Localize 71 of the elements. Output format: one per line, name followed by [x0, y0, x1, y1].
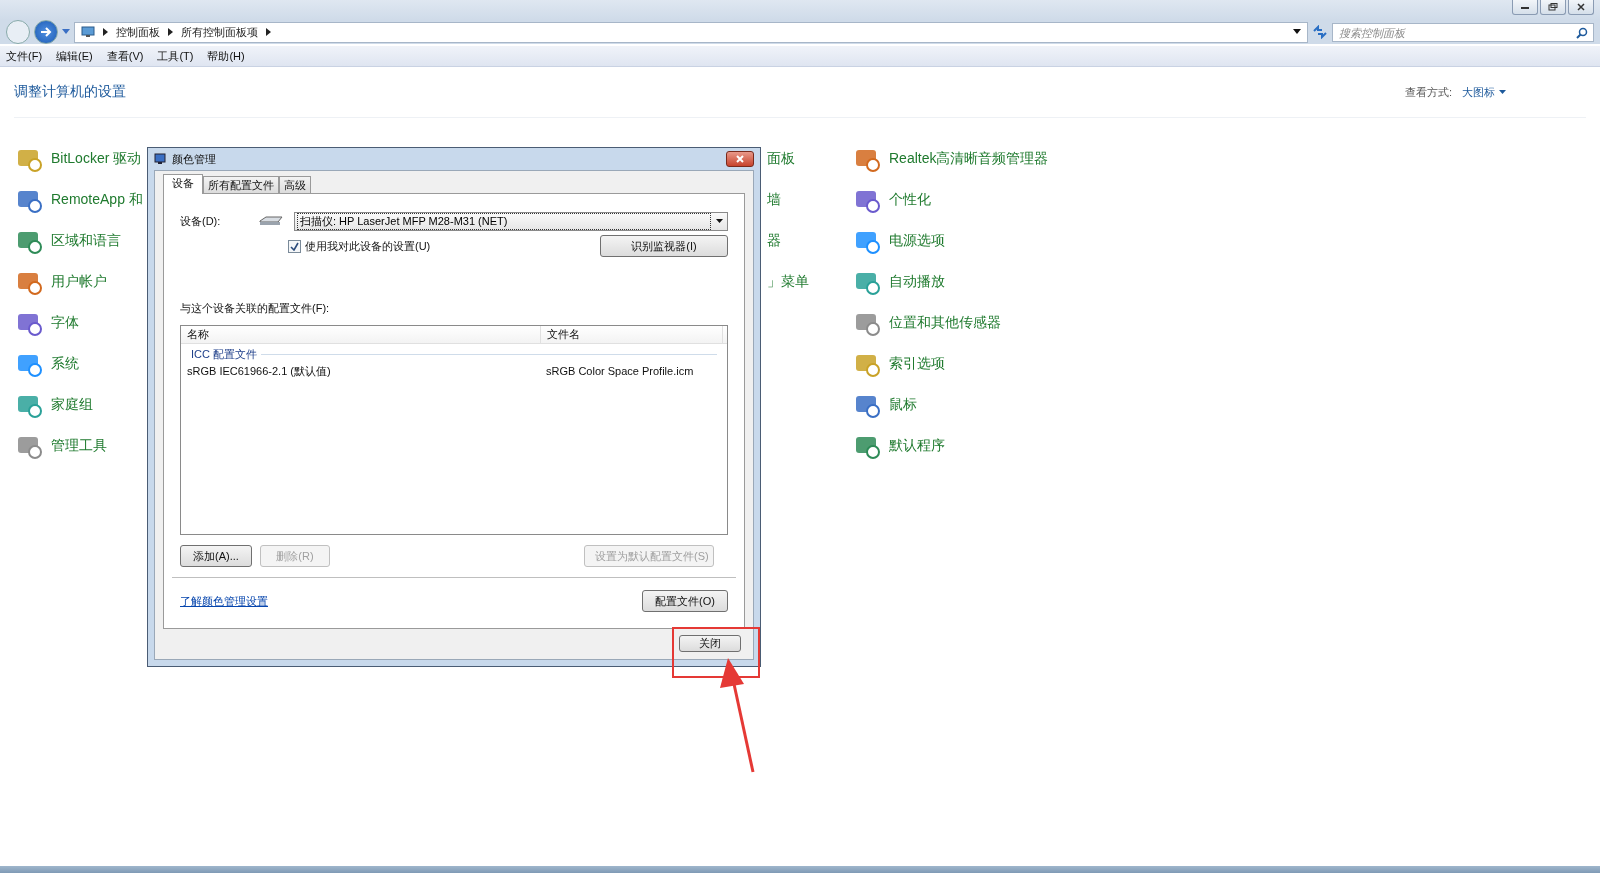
checkbox-label: 使用我对此设备的设置(U) [305, 238, 431, 254]
menu-item[interactable]: 查看(V) [106, 48, 144, 64]
breadcrumb-arrow-icon[interactable] [168, 28, 173, 36]
panel-item-link[interactable]: 」菜单 [767, 272, 809, 291]
device-label: 设备(D): [180, 213, 222, 229]
breadcrumb[interactable]: 控制面板 [116, 24, 160, 40]
column-header[interactable]: 名称 [181, 326, 541, 343]
refresh-icon[interactable] [1312, 25, 1328, 39]
panel-item-link[interactable]: 墙 [767, 190, 781, 209]
computer-icon [81, 26, 95, 38]
panel-item-link[interactable]: BitLocker 驱动 [51, 149, 142, 168]
table-cell[interactable]: sRGB IEC61966-2.1 (默认值) [181, 363, 540, 379]
address-bar[interactable]: 控制面板 所有控制面板项 [74, 21, 1308, 43]
scanner-icon [258, 215, 284, 227]
close-dialog-button[interactable]: 关闭 [679, 635, 741, 652]
device-dropdown[interactable]: 扫描仪: HP LaserJet MFP M28-M31 (NET) [294, 211, 728, 231]
close-icon [1576, 3, 1586, 11]
group-header: ICC 配置文件 [191, 347, 257, 362]
table-cell[interactable]: sRGB Color Space Profile.icm [540, 365, 721, 377]
minimize-icon [1520, 4, 1530, 10]
breadcrumb[interactable]: 所有控制面板项 [181, 24, 258, 40]
dialog-title: 颜色管理 [172, 151, 217, 167]
panel-item-link[interactable]: RemoteApp 和 [51, 190, 143, 209]
help-link[interactable]: 了解颜色管理设置 [180, 593, 268, 609]
panel-item-link[interactable]: Realtek高清晰音频管理器 [889, 149, 1049, 168]
tab[interactable]: 所有配置文件 [203, 176, 279, 193]
search-field[interactable]: 搜索控制面板 [1332, 23, 1594, 42]
menu-item[interactable]: 工具(T) [157, 48, 194, 64]
minimize-button[interactable] [1512, 0, 1538, 15]
profiles-label: 与这个设备关联的配置文件(F): [180, 301, 331, 316]
panel-item-link[interactable]: 器 [767, 231, 781, 250]
menu-item[interactable]: 文件(F) [6, 48, 43, 64]
panel-item-link[interactable]: 家庭组 [51, 395, 93, 414]
panel-item-link[interactable]: 个性化 [889, 190, 931, 209]
caret-icon [1499, 89, 1506, 95]
panel-item-link[interactable]: 自动播放 [889, 272, 945, 291]
breadcrumb-arrow-icon[interactable] [103, 28, 108, 36]
page-heading: 调整计算机的设置 [14, 83, 126, 101]
dialog-button[interactable]: 添加(A)... [180, 545, 252, 567]
panel-item-link[interactable]: 区域和语言 [51, 231, 121, 250]
restore-button[interactable] [1540, 0, 1566, 15]
panel-item-link[interactable]: 管理工具 [51, 436, 107, 455]
panel-item-link[interactable]: 索引选项 [889, 354, 945, 373]
close-button[interactable] [1568, 0, 1594, 15]
view-by-label: 查看方式: [1404, 84, 1452, 100]
view-by-dropdown[interactable]: 大图标 [1462, 84, 1506, 100]
panel-item-link[interactable]: 位置和其他传感器 [889, 313, 1001, 332]
panel-item-link[interactable]: 用户帐户 [51, 272, 107, 291]
tab[interactable]: 高级 [279, 176, 311, 193]
checkbox[interactable] [288, 239, 301, 253]
restore-icon [1548, 3, 1558, 11]
panel-item-link[interactable]: 鼠标 [889, 395, 917, 414]
search-icon [1576, 26, 1588, 39]
panel-item-link[interactable]: 字体 [51, 313, 79, 332]
breadcrumb-arrow-icon[interactable] [266, 28, 271, 36]
identify-monitors-button[interactable]: 识别监视器(I) [600, 235, 728, 257]
panel-item-link[interactable]: 系统 [51, 354, 79, 373]
tab[interactable]: 设备 [163, 174, 203, 194]
close-button[interactable] [726, 151, 754, 167]
column-header[interactable]: 文件名 [541, 326, 723, 343]
monitor-icon [154, 153, 166, 165]
profiles-button[interactable]: 配置文件(O) [642, 590, 728, 612]
dropdown-icon[interactable] [1293, 29, 1301, 35]
menu-item[interactable]: 编辑(E) [56, 48, 93, 64]
panel-item-link[interactable]: 电源选项 [889, 231, 945, 250]
arrow-icon [40, 27, 52, 37]
panel-item-link[interactable]: 默认程序 [889, 436, 945, 455]
close-icon [735, 155, 745, 163]
menu-item[interactable]: 帮助(H) [207, 48, 245, 64]
panel-item-link[interactable]: 面板 [767, 149, 795, 168]
forward-button[interactable] [34, 20, 58, 44]
